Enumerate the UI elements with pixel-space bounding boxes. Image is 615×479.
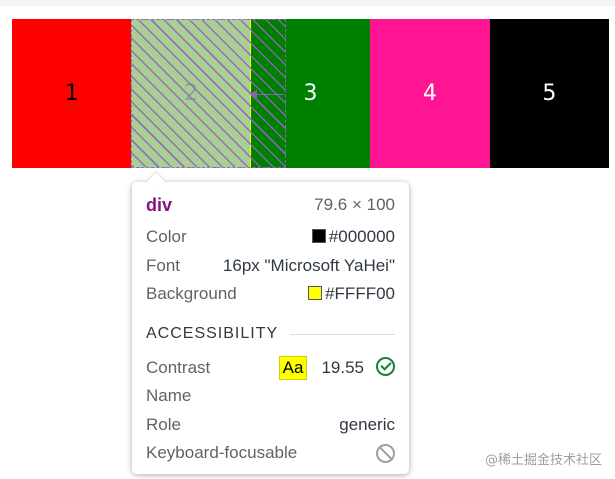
flex-item-label: 4 <box>422 81 437 106</box>
flex-item-label: 5 <box>542 81 557 106</box>
flex-item-2[interactable]: 2 <box>131 19 251 168</box>
background-value-wrap: #FFFF00 <box>308 284 395 304</box>
flex-item-label: 1 <box>64 81 79 106</box>
focusable-label: Keyboard-focusable <box>146 443 298 462</box>
background-label: Background <box>146 284 237 303</box>
accessibility-title: ACCESSIBILITY <box>146 325 279 342</box>
watermark: @稀土掘金技术社区 <box>485 453 603 468</box>
element-dimensions: 79.6 × 100 <box>314 195 395 214</box>
color-value-wrap: #000000 <box>311 227 395 247</box>
not-focusable-icon <box>376 443 395 463</box>
color-label: Color <box>146 227 187 246</box>
color-row: Color #000000 <box>146 224 395 250</box>
check-circle-icon <box>376 357 395 376</box>
focusable-row: Keyboard-focusable <box>146 440 395 466</box>
contrast-value-wrap: Aa 19.55 <box>278 356 395 380</box>
font-label: Font <box>146 256 181 275</box>
color-swatch <box>311 229 326 243</box>
font-value: 16px "Microsoft YaHei" <box>222 256 395 275</box>
flex-item-4[interactable]: 4 <box>370 19 490 168</box>
contrast-sample: Aa <box>278 356 308 380</box>
tooltip-pointer <box>147 172 165 190</box>
contrast-label: Contrast <box>146 358 211 377</box>
flex-container: 1 2 3 4 5 <box>12 19 610 168</box>
flex-item-1[interactable]: 1 <box>12 19 132 168</box>
flex-item-label: 2 <box>184 81 199 106</box>
color-value: #000000 <box>328 227 395 246</box>
tooltip-header: div 79.6 × 100 <box>146 192 395 218</box>
name-row: Name <box>146 383 395 409</box>
role-label: Role <box>146 415 181 434</box>
element-tag: div <box>146 194 173 215</box>
section-divider <box>290 333 395 335</box>
flex-shrink-arrow-icon <box>250 90 257 98</box>
flex-item-5[interactable]: 5 <box>489 19 610 168</box>
role-value: generic <box>339 415 395 434</box>
background-swatch <box>308 286 323 300</box>
inspect-tooltip: div 79.6 × 100 Color #000000 Font 16px "… <box>132 172 409 474</box>
contrast-value: 19.55 <box>321 358 364 377</box>
role-row: Role generic <box>146 412 395 438</box>
flex-item-label: 3 <box>303 81 318 106</box>
name-label: Name <box>146 386 192 405</box>
background-row: Background #FFFF00 <box>146 281 395 307</box>
contrast-row: Contrast Aa 19.55 <box>146 355 395 381</box>
font-row: Font 16px "Microsoft YaHei" <box>146 253 395 279</box>
background-value: #FFFF00 <box>325 284 395 303</box>
accessibility-section-header: ACCESSIBILITY <box>146 325 395 343</box>
devtools-top-strip <box>0 0 615 6</box>
